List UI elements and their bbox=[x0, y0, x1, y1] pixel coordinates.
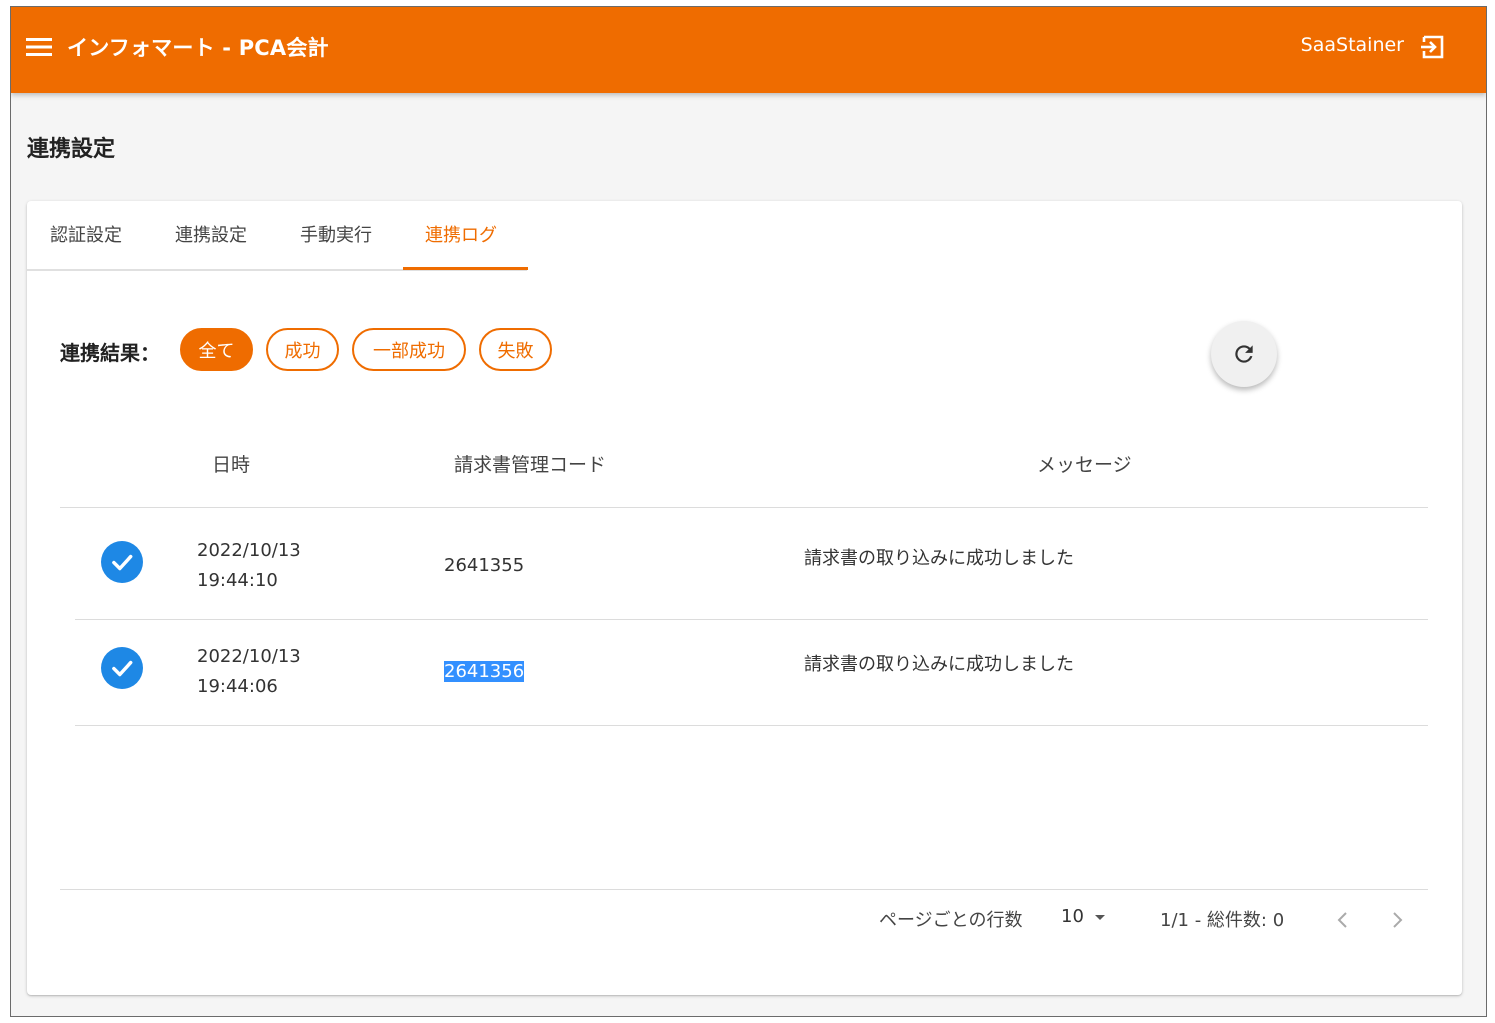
row-1-date-time: 19:44:10 bbox=[197, 570, 278, 591]
page-title: 連携設定 bbox=[27, 137, 116, 162]
footer-divider bbox=[60, 889, 1428, 890]
app-bar: インフォマート - PCA会計 SaaStainer bbox=[11, 7, 1486, 93]
row-1-date-day: 2022/10/13 bbox=[197, 540, 301, 561]
tab-manual-run[interactable]: 手動実行 bbox=[300, 221, 372, 247]
row-2-date-day: 2022/10/13 bbox=[197, 646, 301, 667]
tab-indicator bbox=[403, 267, 528, 270]
prev-page-button[interactable] bbox=[1331, 908, 1355, 932]
header-divider bbox=[60, 507, 1428, 508]
tab-link-log[interactable]: 連携ログ bbox=[425, 221, 497, 247]
tab-bar: 認証設定 連携設定 手動実行 連携ログ bbox=[27, 201, 528, 271]
row-divider bbox=[75, 725, 1428, 726]
refresh-button[interactable] bbox=[1211, 321, 1277, 387]
pagination-summary: 1/1 - 総件数: 0 bbox=[1160, 910, 1285, 931]
chip-success[interactable]: 成功 bbox=[266, 328, 339, 371]
column-header-date[interactable]: 日時 bbox=[212, 450, 250, 477]
filter-label: 連携結果： bbox=[60, 341, 160, 365]
app-title: インフォマート - PCA会計 bbox=[67, 36, 329, 60]
row-2-date-time: 19:44:06 bbox=[197, 676, 278, 697]
check-circle-icon bbox=[101, 647, 143, 689]
rows-per-page-select[interactable]: 10 bbox=[1061, 906, 1108, 927]
row-1-message: 請求書の取り込みに成功しました bbox=[804, 548, 1074, 569]
main-card: 認証設定 連携設定 手動実行 連携ログ 連携結果： 全て 成功 一部成功 失敗 … bbox=[27, 201, 1462, 995]
selected-text: 2641356 bbox=[444, 661, 525, 682]
user-name: SaaStainer bbox=[1300, 34, 1404, 56]
rows-per-page-label: ページごとの行数 bbox=[879, 910, 1023, 931]
app-window: インフォマート - PCA会計 SaaStainer 連携設定 認証設定 連携設… bbox=[10, 6, 1487, 1017]
tab-link-settings[interactable]: 連携設定 bbox=[175, 221, 247, 247]
menu-icon[interactable] bbox=[25, 33, 53, 61]
chevron-down-icon bbox=[1094, 914, 1105, 920]
check-circle-icon bbox=[101, 541, 143, 583]
chip-failure[interactable]: 失敗 bbox=[479, 328, 552, 371]
column-header-code[interactable]: 請求書管理コード bbox=[454, 450, 606, 477]
tab-auth-settings[interactable]: 認証設定 bbox=[50, 221, 122, 247]
next-page-button[interactable] bbox=[1385, 908, 1409, 932]
rows-per-page-value: 10 bbox=[1061, 906, 1084, 927]
row-divider bbox=[75, 619, 1428, 620]
row-1-code: 2641355 bbox=[444, 555, 525, 576]
logout-icon[interactable] bbox=[1418, 32, 1448, 62]
row-1-date: 2022/10/13 19:44:10 bbox=[197, 536, 301, 596]
refresh-icon bbox=[1235, 345, 1253, 363]
chevron-left-icon bbox=[1337, 912, 1347, 928]
chip-all[interactable]: 全て bbox=[180, 328, 253, 371]
row-2-message: 請求書の取り込みに成功しました bbox=[804, 654, 1074, 675]
column-header-message[interactable]: メッセージ bbox=[1037, 450, 1132, 477]
row-2-code: 2641356 bbox=[444, 661, 525, 682]
chip-partial-success[interactable]: 一部成功 bbox=[352, 328, 466, 371]
chevron-right-icon bbox=[1393, 912, 1403, 928]
row-2-date: 2022/10/13 19:44:06 bbox=[197, 642, 301, 702]
